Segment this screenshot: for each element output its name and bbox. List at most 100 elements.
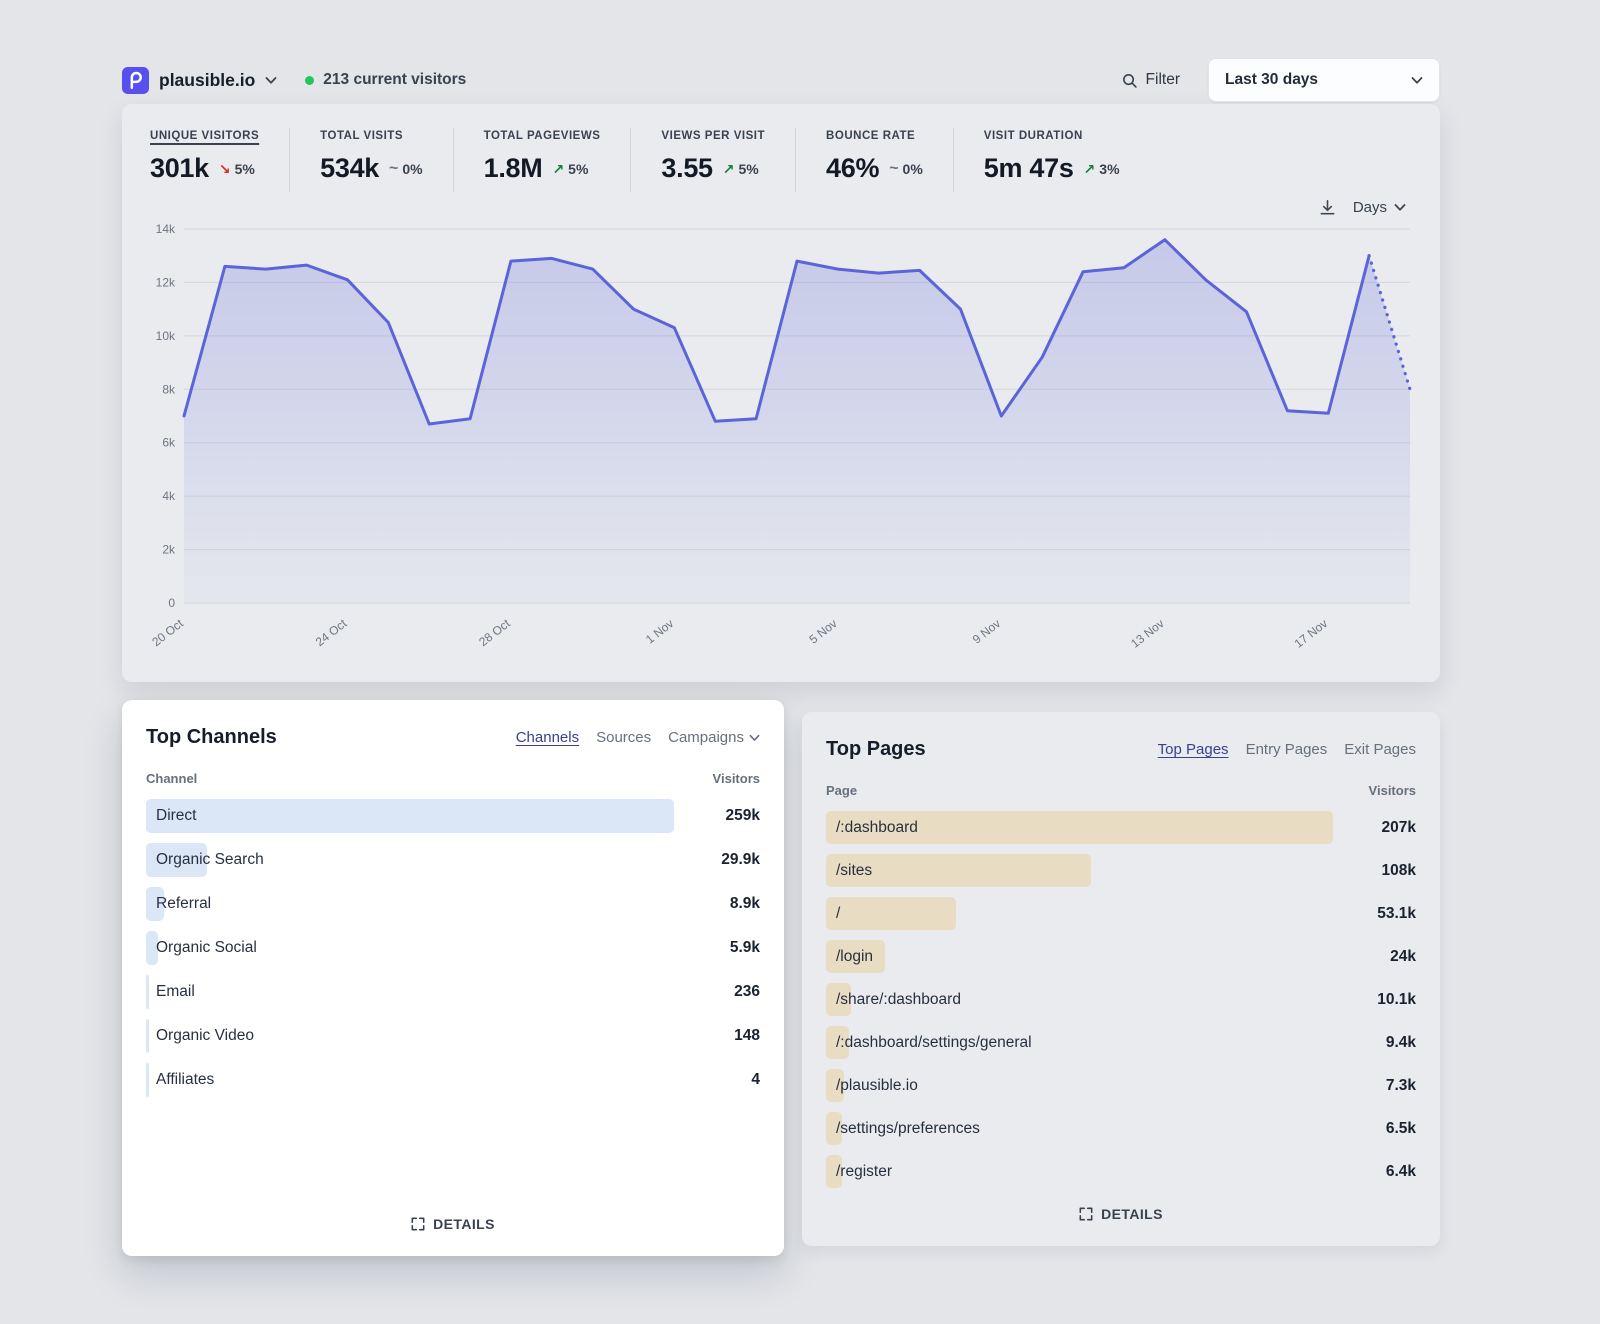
interval-dropdown[interactable]: Days [1353,199,1406,216]
metric-change: ~0% [889,161,923,177]
row-label[interactable]: /:dashboard [826,819,918,837]
live-dot-icon [305,76,314,85]
current-visitors[interactable]: 213 current visitors [305,71,466,89]
row-value: 6.4k [1386,1163,1416,1181]
card-title: Top Channels [146,726,277,749]
trend-arrow-icon: ↗ [552,162,564,176]
table-row[interactable]: Direct 259k [146,794,760,838]
svg-text:9 Nov: 9 Nov [970,616,1003,646]
row-label[interactable]: Email [146,983,195,1001]
table-row[interactable]: / 53.1k [826,892,1416,935]
metric-visit-duration[interactable]: VISIT DURATION 5m 47s ↗3% [954,128,1150,192]
metric-views-per-visit[interactable]: VIEWS PER VISIT 3.55 ↗5% [631,128,796,192]
svg-text:0: 0 [168,596,175,610]
row-value: 207k [1382,819,1416,837]
row-value: 236 [734,983,760,1001]
pages-tabs: Top Pages Entry Pages Exit Pages [1158,741,1416,758]
table-row[interactable]: /:dashboard/settings/general9.4k [826,1021,1416,1064]
row-bar [826,897,956,930]
metric-value: 3.55 [661,153,712,184]
table-row[interactable]: /:dashboard 207k [826,806,1416,849]
filter-button[interactable]: Filter [1121,71,1180,89]
search-icon [1121,72,1138,89]
details-button[interactable]: DETAILS [1067,1196,1175,1232]
row-value: 4 [751,1071,760,1089]
metric-bounce-rate[interactable]: BOUNCE RATE 46% ~0% [796,128,954,192]
row-value: 148 [734,1027,760,1045]
trend-arrow-icon: ↗ [1084,162,1096,176]
row-value: 29.9k [721,851,760,869]
table-row[interactable]: Referral8.9k [146,882,760,926]
download-icon[interactable] [1318,198,1337,217]
svg-text:1 Nov: 1 Nov [643,616,676,646]
svg-text:8k: 8k [162,382,176,396]
row-label[interactable]: Direct [146,807,196,825]
row-label[interactable]: /register [826,1163,892,1181]
metric-total-pageviews[interactable]: TOTAL PAGEVIEWS 1.8M ↗5% [454,128,632,192]
row-value: 53.1k [1377,905,1416,923]
tab-channels[interactable]: Channels [516,729,579,746]
table-row[interactable]: Email 236 [146,970,760,1014]
metrics-row: UNIQUE VISITORS 301k ↘5% TOTAL VISITS 53… [148,128,1414,192]
top-pages-card: Top Pages Top Pages Entry Pages Exit Pag… [802,712,1440,1246]
row-label[interactable]: Referral [146,895,211,913]
row-label[interactable]: /plausible.io [826,1077,918,1095]
site-switcher[interactable]: plausible.io [122,67,277,94]
table-row[interactable]: /share/:dashboard 10.1k [826,978,1416,1021]
channels-rows: Direct 259k Organic Search 29.9k Referral8.9… [146,794,760,1102]
chart-controls: Days [156,198,1406,217]
table-row[interactable]: /plausible.io 7.3k [826,1064,1416,1107]
table-row[interactable]: /login24k [826,935,1416,978]
tab-exit-pages[interactable]: Exit Pages [1344,741,1416,758]
tab-sources[interactable]: Sources [596,729,651,746]
row-value: 10.1k [1377,991,1416,1009]
row-label[interactable]: Organic Search [146,851,264,869]
table-row[interactable]: Affiliates 4 [146,1058,760,1102]
svg-text:6k: 6k [162,436,176,450]
metric-label: UNIQUE VISITORS [150,130,259,142]
filter-label: Filter [1146,71,1180,89]
row-label[interactable]: /settings/preferences [826,1120,980,1138]
metric-value: 534k [320,153,379,184]
table-row[interactable]: Organic Video 148 [146,1014,760,1058]
row-value: 6.5k [1386,1120,1416,1138]
details-button[interactable]: DETAILS [399,1206,507,1242]
row-label[interactable]: Affiliates [146,1071,214,1089]
table-row[interactable]: /settings/preferences 6.5k [826,1107,1416,1150]
metric-change: ↗3% [1084,161,1120,177]
row-label[interactable]: /share/:dashboard [826,991,961,1009]
row-label[interactable]: Organic Video [146,1027,254,1045]
interval-label: Days [1353,199,1387,216]
row-value: 259k [726,807,760,825]
chevron-down-icon [1394,203,1406,212]
trend-arrow-icon: ↘ [219,162,231,176]
row-label[interactable]: Organic Social [146,939,257,957]
column-header-key: Channel [146,771,197,786]
table-row[interactable]: Organic Social5.9k [146,926,760,970]
tab-campaigns[interactable]: Campaigns [668,729,760,746]
metric-total-visits[interactable]: TOTAL VISITS 534k ~0% [290,128,453,192]
row-value: 7.3k [1386,1077,1416,1095]
row-value: 108k [1382,862,1416,880]
row-label[interactable]: /login [826,948,873,966]
row-label[interactable]: /sites [826,862,872,880]
svg-text:28 Oct: 28 Oct [476,616,513,649]
table-row[interactable]: Organic Search 29.9k [146,838,760,882]
breakdown-row: Top Channels Channels Sources Campaigns … [122,700,1440,1256]
metric-unique-visitors[interactable]: UNIQUE VISITORS 301k ↘5% [148,128,290,192]
svg-text:17 Nov: 17 Nov [1292,616,1331,650]
table-row[interactable]: /register 6.4k [826,1150,1416,1193]
trend-arrow-icon: ~ [889,161,898,177]
metric-change: ↗5% [552,161,588,177]
date-range-dropdown[interactable]: Last 30 days [1208,58,1440,102]
row-label[interactable]: /:dashboard/settings/general [826,1034,1032,1052]
table-row[interactable]: /sites 108k [826,849,1416,892]
row-label[interactable]: / [826,905,840,923]
svg-text:2k: 2k [162,543,176,557]
tab-top-pages[interactable]: Top Pages [1158,741,1229,758]
tab-entry-pages[interactable]: Entry Pages [1246,741,1328,758]
svg-text:20 Oct: 20 Oct [149,616,186,649]
topbar: plausible.io 213 current visitors Filter… [122,0,1440,104]
svg-text:10k: 10k [156,329,176,343]
date-range-value: Last 30 days [1225,71,1318,89]
